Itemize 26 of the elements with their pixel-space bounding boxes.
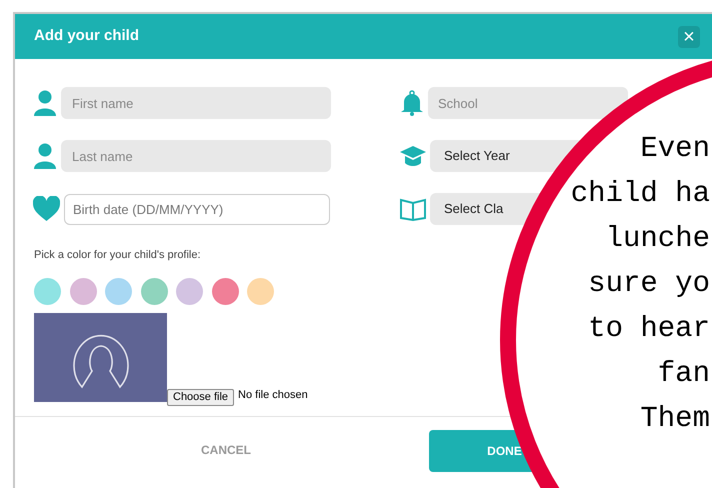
color-swatch[interactable] [34, 278, 61, 304]
graduation-cap-icon [400, 144, 426, 168]
dialog-title: Add your child [34, 26, 139, 46]
overlay-text-line: Them [640, 401, 710, 437]
color-swatch[interactable] [176, 278, 203, 304]
color-swatch[interactable] [212, 278, 238, 304]
person-icon [33, 143, 57, 169]
color-swatch[interactable] [247, 278, 274, 304]
overlay-text-line: Even [640, 131, 710, 167]
bell-icon [400, 90, 424, 116]
color-swatch[interactable] [70, 278, 96, 304]
overlay-text-line: to hear [588, 311, 710, 347]
overlay-text-line: fan [658, 356, 710, 392]
color-swatch[interactable] [140, 278, 168, 304]
overlay-text-line: sure yo [588, 266, 710, 302]
file-status: No file chosen [238, 388, 308, 403]
birth-date-field[interactable]: Birth date (DD/MM/YYYY) [64, 194, 330, 224]
color-label: Pick a color for your child's profile: [34, 248, 202, 263]
name-field[interactable]: Last name [61, 140, 331, 172]
name-field[interactable]: First name [61, 87, 331, 119]
choose-file-button[interactable]: Choose file [167, 388, 234, 406]
person-icon [33, 90, 57, 116]
open-book-icon [400, 197, 426, 221]
heart-icon [33, 196, 60, 222]
school-field[interactable]: School [428, 87, 628, 119]
color-swatch[interactable] [105, 278, 132, 304]
